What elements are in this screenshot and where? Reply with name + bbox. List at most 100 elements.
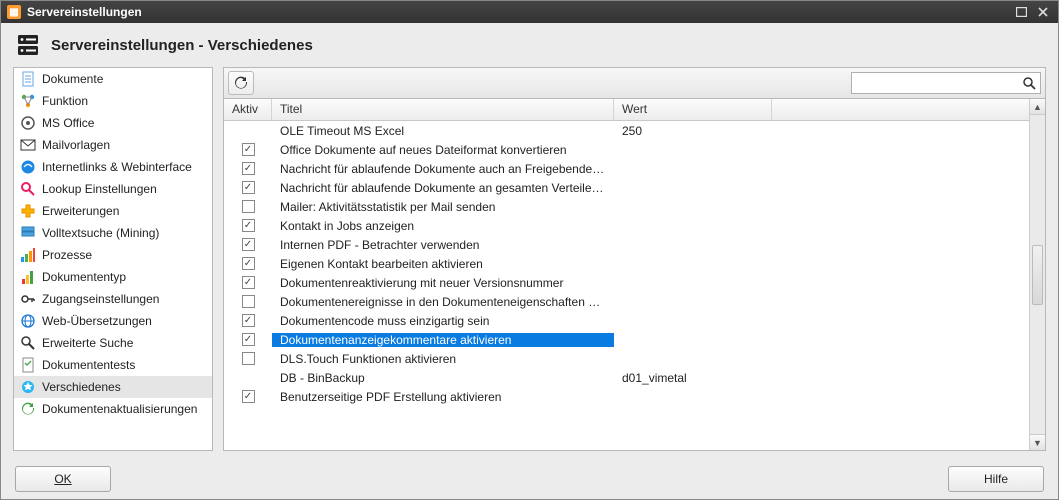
table-row[interactable]: DB - BinBackupd01_vimetal [224,368,1029,387]
sidebar-item-ext[interactable]: Erweiterungen [14,200,212,222]
sidebar-item-doc[interactable]: Dokumente [14,68,212,90]
cell-titel: Eigenen Kontakt bearbeiten aktivieren [272,257,614,271]
table-row[interactable]: Kontakt in Jobs anzeigen [224,216,1029,235]
sidebar-item-tests[interactable]: Dokumententests [14,354,212,376]
ok-button[interactable]: OK [15,466,111,492]
sidebar-item-key[interactable]: Zugangseinstellungen [14,288,212,310]
table-row[interactable]: Dokumentenreaktivierung mit neuer Versio… [224,273,1029,292]
footer: OK Hilfe [1,459,1058,499]
checkbox[interactable] [242,238,255,251]
sidebar-item-doctype[interactable]: Dokumententyp [14,266,212,288]
table-row[interactable]: Nachricht für ablaufende Dokumente auch … [224,159,1029,178]
sidebar-item-label: MS Office [42,116,94,130]
checkbox[interactable] [242,276,255,289]
search-box[interactable] [851,72,1041,94]
sidebar-item-web[interactable]: Web-Übersetzungen [14,310,212,332]
checkbox[interactable] [242,390,255,403]
refresh-icon [20,401,36,417]
column-header-titel[interactable]: Titel [272,99,614,120]
maximize-button[interactable] [1012,5,1030,19]
window: ▦ Servereinstellungen Servereinstellunge… [0,0,1059,500]
sidebar-item-mail[interactable]: Mailvorlagen [14,134,212,156]
ext-icon [20,203,36,219]
scroll-track[interactable] [1030,115,1045,434]
main-panel: Aktiv Titel Wert OLE Timeout MS Excel250… [223,67,1046,451]
sidebar-item-misc[interactable]: Verschiedenes [14,376,212,398]
checkbox[interactable] [242,295,255,308]
cell-titel: Mailer: Aktivitätsstatistik per Mail sen… [272,200,614,214]
table-row[interactable]: DLS.Touch Funktionen aktivieren [224,349,1029,368]
sidebar-item-ie[interactable]: Internetlinks & Webinterface [14,156,212,178]
cell-titel: Benutzerseitige PDF Erstellung aktiviere… [272,390,614,404]
cell-titel: Dokumentenreaktivierung mit neuer Versio… [272,276,614,290]
sidebar-item-refresh[interactable]: Dokumentenaktualisierungen [14,398,212,420]
table-row[interactable]: Benutzerseitige PDF Erstellung aktiviere… [224,387,1029,406]
table-row[interactable]: Internen PDF - Betrachter verwenden [224,235,1029,254]
close-button[interactable] [1034,5,1052,19]
key-icon [20,291,36,307]
sidebar-item-label: Funktion [42,94,88,108]
sidebar-item-label: Web-Übersetzungen [42,314,152,328]
cell-titel: DLS.Touch Funktionen aktivieren [272,352,614,366]
grid-header: Aktiv Titel Wert [224,99,1029,121]
table-row[interactable]: Dokumentenanzeigekommentare aktivieren [224,330,1029,349]
checkbox[interactable] [242,257,255,270]
scrollbar[interactable]: ▲ ▼ [1029,99,1045,450]
sidebar-item-label: Verschiedenes [42,380,121,394]
ie-icon [20,159,36,175]
checkbox[interactable] [242,200,255,213]
sidebar-item-mining[interactable]: Volltextsuche (Mining) [14,222,212,244]
doc-icon [20,71,36,87]
toolbar [223,67,1046,99]
scroll-thumb[interactable] [1032,245,1043,305]
search-input[interactable] [852,76,1018,90]
sidebar-item-label: Mailvorlagen [42,138,110,152]
scroll-down-button[interactable]: ▼ [1030,434,1045,450]
search-button[interactable] [1018,73,1040,93]
cell-titel: OLE Timeout MS Excel [272,124,614,138]
table-row[interactable]: Dokumentencode muss einzigartig sein [224,311,1029,330]
cell-titel: DB - BinBackup [272,371,614,385]
tests-icon [20,357,36,373]
grid-body[interactable]: OLE Timeout MS Excel250Office Dokumente … [224,121,1029,406]
table-row[interactable]: OLE Timeout MS Excel250 [224,121,1029,140]
column-header-spacer [772,99,1029,120]
column-header-wert[interactable]: Wert [614,99,772,120]
sidebar-item-label: Dokumente [42,72,103,86]
refresh-button[interactable] [228,71,254,95]
mail-icon [20,137,36,153]
titlebar[interactable]: ▦ Servereinstellungen [1,1,1058,23]
table-row[interactable]: Office Dokumente auf neues Dateiformat k… [224,140,1029,159]
sidebar-item-lookup[interactable]: Lookup Einstellungen [14,178,212,200]
checkbox[interactable] [242,352,255,365]
sidebar-item-proc[interactable]: Prozesse [14,244,212,266]
sidebar-item-label: Dokumententests [42,358,135,372]
table-row[interactable]: Mailer: Aktivitätsstatistik per Mail sen… [224,197,1029,216]
sidebar-item-office[interactable]: MS Office [14,112,212,134]
app-icon: ▦ [7,5,21,19]
window-title: Servereinstellungen [27,5,142,19]
sidebar-item-label: Volltextsuche (Mining) [42,226,159,240]
checkbox[interactable] [242,143,255,156]
table-row[interactable]: Dokumentenereignisse in den Dokumentenei… [224,292,1029,311]
scroll-up-button[interactable]: ▲ [1030,99,1045,115]
help-button[interactable]: Hilfe [948,466,1044,492]
table-row[interactable]: Nachricht für ablaufende Dokumente an ge… [224,178,1029,197]
sidebar-item-func[interactable]: Funktion [14,90,212,112]
func-icon [20,93,36,109]
column-header-aktiv[interactable]: Aktiv [224,99,272,120]
checkbox[interactable] [242,162,255,175]
sidebar-item-label: Internetlinks & Webinterface [42,160,192,174]
checkbox[interactable] [242,219,255,232]
maximize-icon [1016,7,1027,17]
doctype-icon [20,269,36,285]
table-row[interactable]: Eigenen Kontakt bearbeiten aktivieren [224,254,1029,273]
checkbox[interactable] [242,181,255,194]
sidebar[interactable]: Dokumente Funktion MS Office Mailvorlagen In… [13,67,213,451]
cell-titel: Kontakt in Jobs anzeigen [272,219,614,233]
cell-titel: Nachricht für ablaufende Dokumente auch … [272,162,614,176]
checkbox[interactable] [242,314,255,327]
sidebar-item-label: Erweiterungen [42,204,119,218]
checkbox[interactable] [242,333,255,346]
sidebar-item-search[interactable]: Erweiterte Suche [14,332,212,354]
